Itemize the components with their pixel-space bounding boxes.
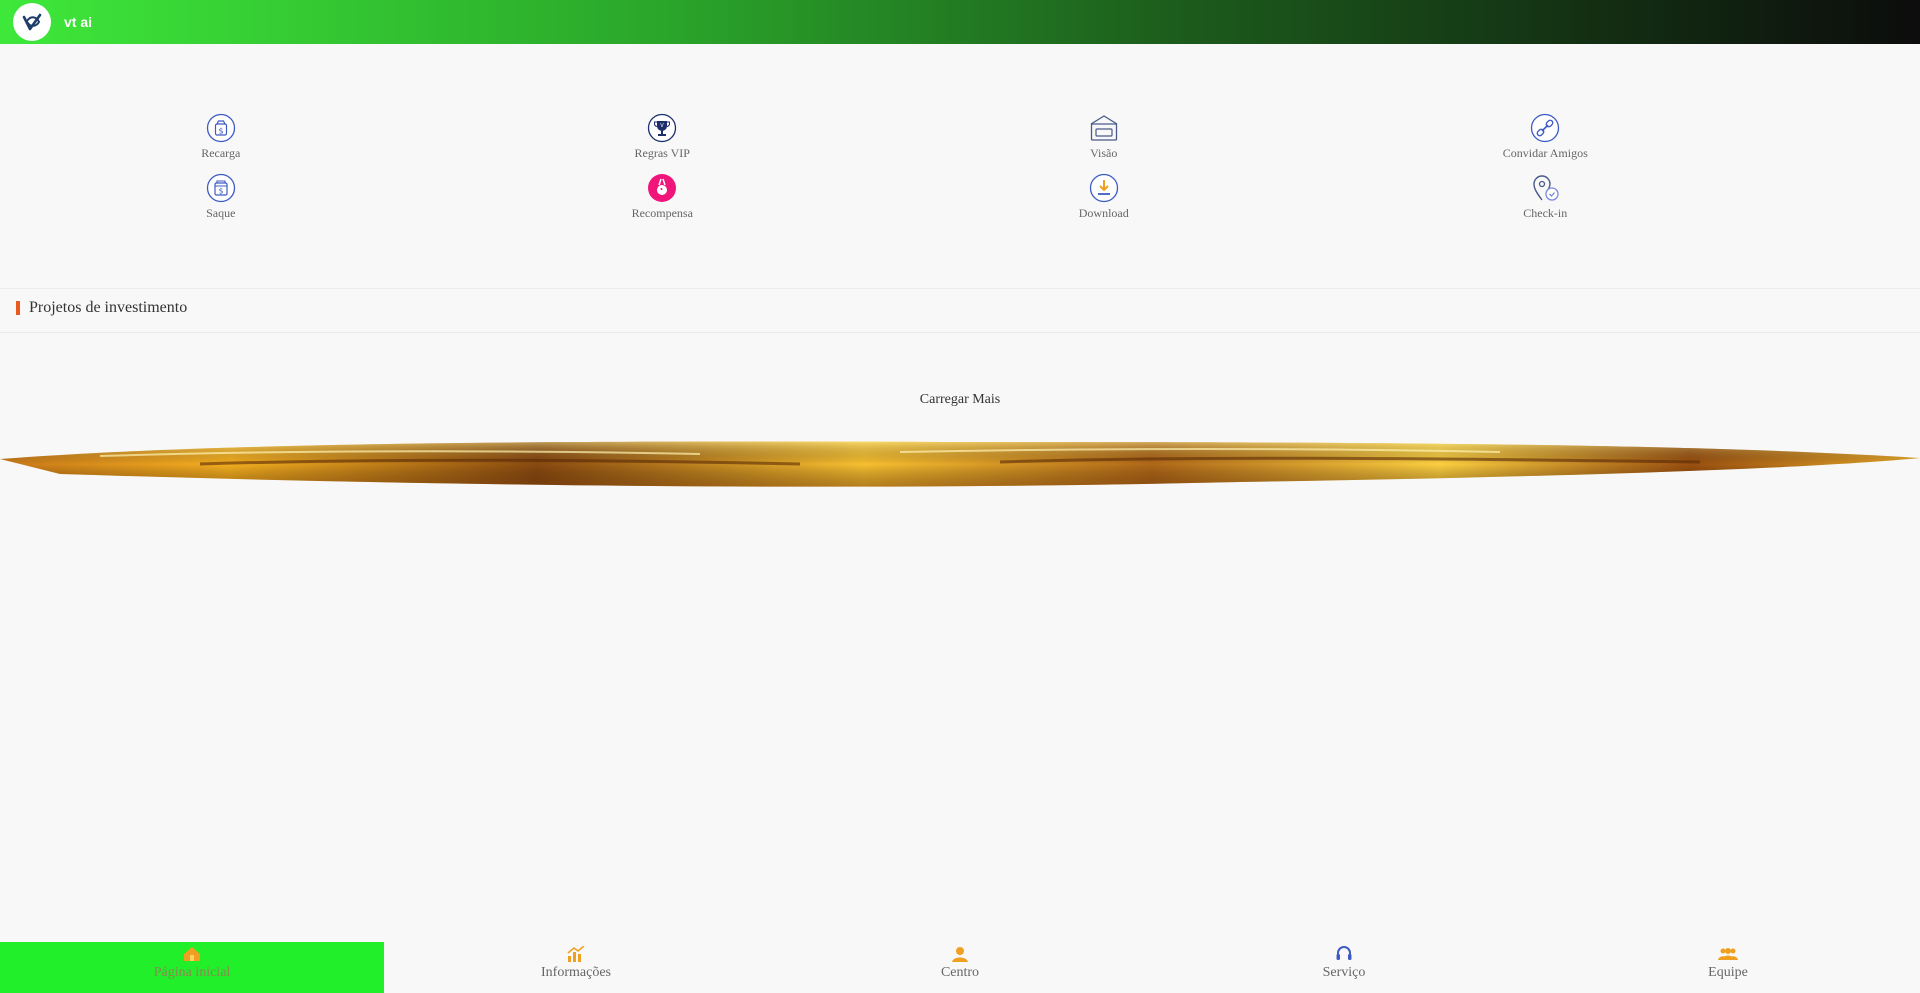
- quick-action-download[interactable]: Download: [883, 172, 1325, 232]
- nav-item-equipe[interactable]: Equipe: [1536, 942, 1920, 993]
- quick-action-check-in[interactable]: Check-in: [1325, 172, 1767, 232]
- quick-action-visao[interactable]: Visão: [883, 112, 1325, 172]
- app-logo[interactable]: [13, 3, 51, 41]
- quick-action-convidar-amigos[interactable]: Convidar Amigos: [1325, 112, 1767, 172]
- nav-label: Serviço: [1322, 965, 1366, 980]
- download-icon: [1088, 172, 1120, 204]
- team-icon: [1718, 944, 1738, 964]
- reward-icon: [646, 172, 678, 204]
- section-divider: [0, 288, 1920, 289]
- section-divider: [0, 332, 1920, 333]
- svg-text:$: $: [218, 187, 223, 196]
- nav-item-informacoes[interactable]: Informações: [384, 942, 768, 993]
- quick-action-label: Convidar Amigos: [1502, 146, 1588, 160]
- bottom-nav: Página inicial Informações Centro Serviç…: [0, 942, 1920, 993]
- quick-action-recompensa[interactable]: Recompensa: [442, 172, 884, 232]
- logo-mark-icon: [22, 13, 42, 31]
- headset-icon: [1334, 944, 1354, 964]
- section-title: Projetos de investimento: [29, 299, 188, 316]
- quick-action-label: Visão: [1090, 146, 1118, 160]
- nav-label: Equipe: [1708, 965, 1748, 980]
- load-more-button[interactable]: Carregar Mais: [0, 392, 1920, 408]
- box-icon: [1088, 112, 1120, 144]
- recharge-icon: $: [205, 112, 237, 144]
- quick-action-label: Recompensa: [631, 206, 693, 220]
- checkin-icon: [1529, 172, 1561, 204]
- nav-label: Informações: [541, 965, 611, 980]
- quick-action-label: Check-in: [1523, 206, 1568, 220]
- svg-text:$: $: [218, 127, 223, 136]
- nav-item-centro[interactable]: Centro: [768, 942, 1152, 993]
- user-icon: [950, 944, 970, 964]
- nav-item-servico[interactable]: Serviço: [1152, 942, 1536, 993]
- quick-action-label: Saque: [206, 206, 236, 220]
- quick-actions-grid: $ Recarga V Regras VIP Visão Convidar Am…: [0, 112, 1920, 232]
- nav-label: Centro: [940, 965, 980, 980]
- chart-icon: [566, 944, 586, 964]
- quick-action-label: Download: [1078, 206, 1129, 220]
- quick-action-label: Regras VIP: [634, 146, 690, 160]
- nav-item-home[interactable]: Página inicial: [0, 942, 384, 993]
- quick-action-regras-vip[interactable]: V Regras VIP: [442, 112, 884, 172]
- home-icon: [182, 944, 202, 964]
- gold-banner-image: [0, 441, 1920, 487]
- quick-action-label: Recarga: [201, 146, 241, 160]
- withdraw-icon: $: [205, 172, 237, 204]
- app-title: vt ai: [64, 14, 93, 30]
- quick-action-saque[interactable]: $ Saque: [0, 172, 442, 232]
- section-accent-bar: [16, 301, 20, 315]
- link-icon: [1529, 112, 1561, 144]
- app-header: vt ai: [0, 0, 1920, 44]
- nav-label: Página inicial: [153, 965, 231, 980]
- trophy-icon: V: [646, 112, 678, 144]
- section-header: Projetos de investimento: [16, 296, 187, 320]
- quick-action-recarga[interactable]: $ Recarga: [0, 112, 442, 172]
- svg-text:V: V: [661, 123, 665, 129]
